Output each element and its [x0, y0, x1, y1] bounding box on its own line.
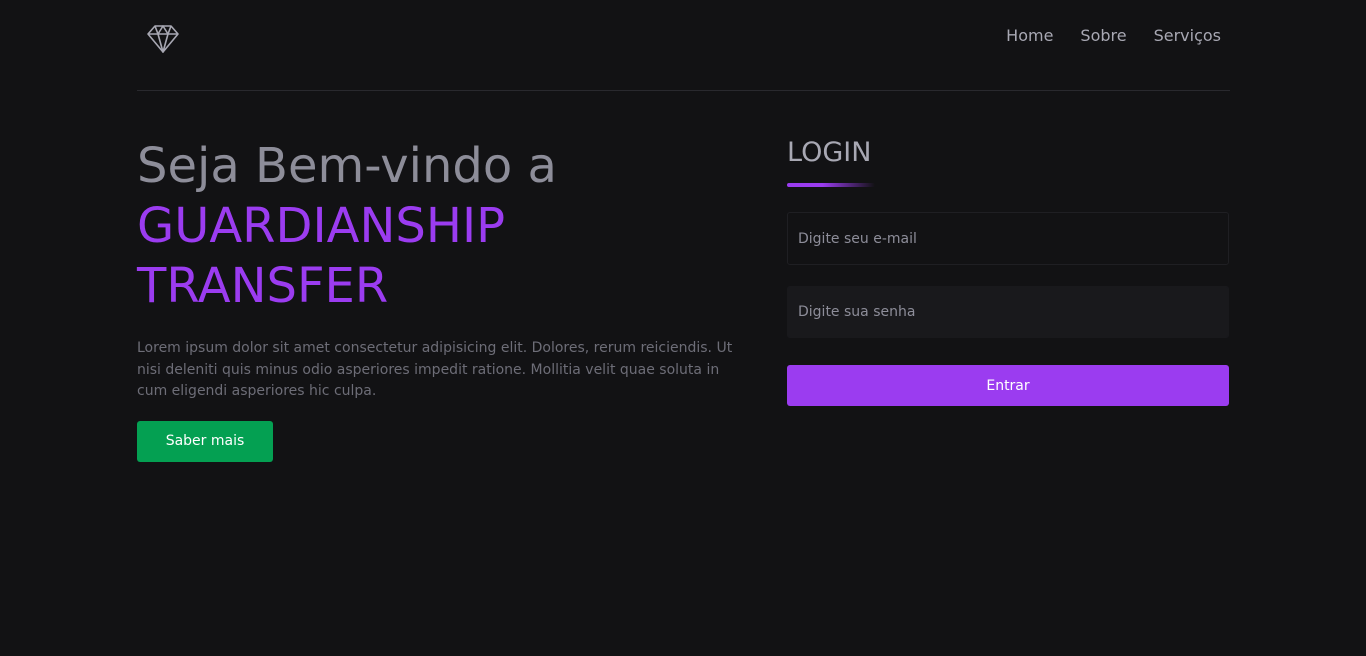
site-header: Home Sobre Serviços — [137, 0, 1230, 91]
saber-mais-button[interactable]: Saber mais — [137, 420, 273, 462]
password-field[interactable] — [787, 286, 1229, 338]
login-panel: LOGIN Entrar — [787, 136, 1229, 406]
login-title: LOGIN — [787, 137, 872, 168]
email-field[interactable] — [787, 212, 1229, 265]
login-title-underline — [787, 183, 875, 187]
entrar-button[interactable]: Entrar — [787, 365, 1229, 406]
hero-section: Seja Bem-vindo a GUARDIANSHIP TRANSFER L… — [137, 136, 752, 462]
hero-title: Seja Bem-vindo a GUARDIANSHIP TRANSFER — [137, 136, 752, 316]
nav-sobre-link[interactable]: Sobre — [1080, 26, 1126, 45]
nav-servicos-link[interactable]: Serviços — [1154, 26, 1221, 45]
hero-description: Lorem ipsum dolor sit amet consectetur a… — [137, 340, 733, 399]
diamond-icon[interactable] — [146, 22, 180, 56]
hero-brand-name: GUARDIANSHIP TRANSFER — [137, 198, 506, 314]
hero-title-line: Seja Bem-vindo a — [137, 138, 557, 194]
nav-home-link[interactable]: Home — [1006, 26, 1053, 45]
main-nav: Home Sobre Serviços — [1006, 26, 1221, 45]
